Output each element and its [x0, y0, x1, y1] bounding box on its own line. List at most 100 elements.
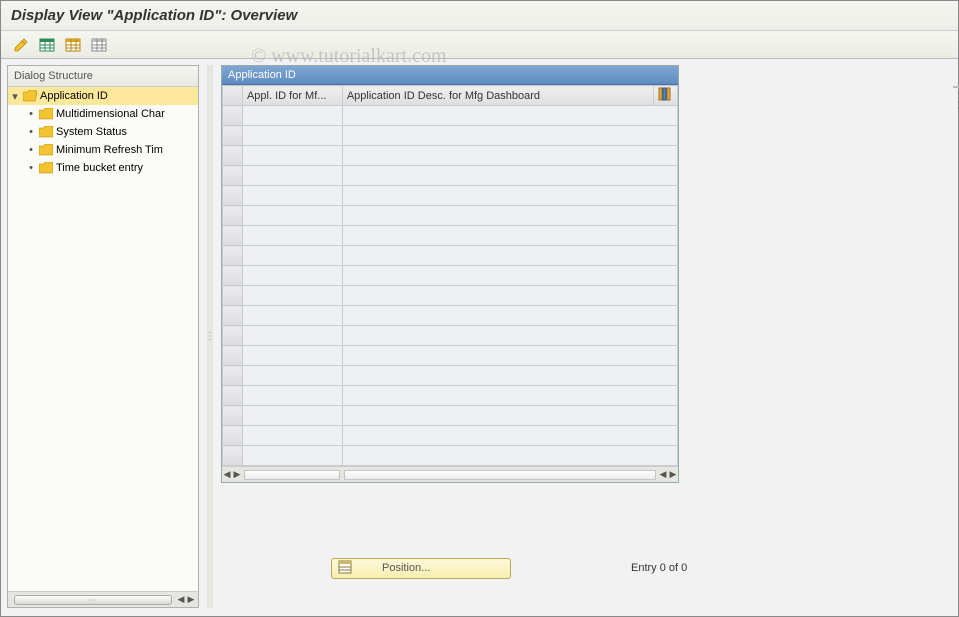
- grid-vscrollbar[interactable]: ▲ ▲ ▼: [953, 86, 959, 88]
- scroll-down-icon[interactable]: ▼: [954, 105, 959, 114]
- row-selector-header[interactable]: [223, 86, 243, 106]
- table-yellow-icon[interactable]: [63, 36, 83, 54]
- row-selector[interactable]: [223, 326, 243, 346]
- cell-appl-id[interactable]: [242, 406, 342, 426]
- cell-appl-id[interactable]: [242, 206, 342, 226]
- row-selector[interactable]: [223, 266, 243, 286]
- table-row[interactable]: [223, 126, 678, 146]
- scroll-left-icon[interactable]: ◀: [658, 470, 668, 480]
- cell-desc[interactable]: [342, 186, 677, 206]
- table-row[interactable]: [223, 266, 678, 286]
- row-selector[interactable]: [223, 306, 243, 326]
- scroll-right-icon[interactable]: ▶: [668, 470, 678, 480]
- row-selector[interactable]: [223, 286, 243, 306]
- table-row[interactable]: [223, 306, 678, 326]
- cell-desc[interactable]: [342, 266, 677, 286]
- table-row[interactable]: [223, 346, 678, 366]
- cell-desc[interactable]: [342, 286, 677, 306]
- row-selector[interactable]: [223, 166, 243, 186]
- cell-appl-id[interactable]: [242, 126, 342, 146]
- cell-desc[interactable]: [342, 166, 677, 186]
- table-row[interactable]: [223, 206, 678, 226]
- row-selector[interactable]: [223, 346, 243, 366]
- cell-appl-id[interactable]: [242, 166, 342, 186]
- scroll-up-icon[interactable]: ▲: [954, 96, 959, 105]
- column-config-button[interactable]: [653, 86, 677, 106]
- position-button[interactable]: Position...: [331, 558, 511, 579]
- table-row[interactable]: [223, 246, 678, 266]
- row-selector[interactable]: [223, 106, 243, 126]
- cell-appl-id[interactable]: [242, 146, 342, 166]
- tree-item-system-status[interactable]: • System Status: [8, 123, 198, 141]
- sidebar-hscrollbar[interactable]: ⋯ ◀ ▶: [8, 591, 198, 607]
- cell-desc[interactable]: [342, 306, 677, 326]
- grid-hscrollbar[interactable]: ◀ ▶ ◀ ▶: [222, 466, 678, 482]
- cell-desc[interactable]: [342, 346, 677, 366]
- cell-desc[interactable]: [342, 426, 677, 446]
- cell-desc[interactable]: [342, 386, 677, 406]
- table-plain-icon[interactable]: [89, 36, 109, 54]
- cell-desc[interactable]: [342, 146, 677, 166]
- column-header-appl-id[interactable]: Appl. ID for Mf...: [242, 86, 342, 106]
- cell-desc[interactable]: [342, 446, 677, 466]
- table-row[interactable]: [223, 226, 678, 246]
- table-row[interactable]: [223, 166, 678, 186]
- splitter-handle[interactable]: ⋮: [207, 65, 213, 608]
- scroll-left-icon[interactable]: ◀: [222, 470, 232, 480]
- tree-item-time-bucket[interactable]: • Time bucket entry: [8, 159, 198, 177]
- table-row[interactable]: [223, 366, 678, 386]
- cell-desc[interactable]: [342, 246, 677, 266]
- cell-appl-id[interactable]: [242, 286, 342, 306]
- table-row[interactable]: [223, 186, 678, 206]
- cell-appl-id[interactable]: [242, 186, 342, 206]
- scroll-right-icon[interactable]: ▶: [186, 595, 196, 605]
- cell-appl-id[interactable]: [242, 446, 342, 466]
- cell-appl-id[interactable]: [242, 246, 342, 266]
- tree-item-minimum-refresh[interactable]: • Minimum Refresh Tim: [8, 141, 198, 159]
- cell-desc[interactable]: [342, 206, 677, 226]
- cell-appl-id[interactable]: [242, 326, 342, 346]
- table-row[interactable]: [223, 426, 678, 446]
- hscroll-thumb[interactable]: ⋯: [14, 595, 172, 605]
- cell-appl-id[interactable]: [242, 346, 342, 366]
- hscroll-track[interactable]: [344, 470, 656, 480]
- table-row[interactable]: [223, 286, 678, 306]
- row-selector[interactable]: [223, 246, 243, 266]
- cell-desc[interactable]: [342, 126, 677, 146]
- scroll-left-icon[interactable]: ◀: [176, 595, 186, 605]
- cell-appl-id[interactable]: [242, 226, 342, 246]
- row-selector[interactable]: [223, 446, 243, 466]
- table-row[interactable]: [223, 106, 678, 126]
- table-row[interactable]: [223, 146, 678, 166]
- row-selector[interactable]: [223, 386, 243, 406]
- cell-desc[interactable]: [342, 106, 677, 126]
- cell-appl-id[interactable]: [242, 266, 342, 286]
- table-row[interactable]: [223, 326, 678, 346]
- row-selector[interactable]: [223, 366, 243, 386]
- row-selector[interactable]: [223, 146, 243, 166]
- row-selector[interactable]: [223, 206, 243, 226]
- column-header-desc[interactable]: Application ID Desc. for Mfg Dashboard: [342, 86, 653, 106]
- cell-appl-id[interactable]: [242, 386, 342, 406]
- scroll-right-icon[interactable]: ▶: [232, 470, 242, 480]
- collapse-icon[interactable]: ▾: [10, 90, 20, 103]
- hscroll-track[interactable]: [244, 470, 340, 480]
- cell-desc[interactable]: [342, 366, 677, 386]
- scroll-up-icon[interactable]: ▲: [954, 87, 959, 96]
- cell-desc[interactable]: [342, 406, 677, 426]
- table-row[interactable]: [223, 446, 678, 466]
- row-selector[interactable]: [223, 426, 243, 446]
- row-selector[interactable]: [223, 126, 243, 146]
- pencil-icon[interactable]: [11, 36, 31, 54]
- row-selector[interactable]: [223, 186, 243, 206]
- cell-appl-id[interactable]: [242, 106, 342, 126]
- cell-desc[interactable]: [342, 326, 677, 346]
- row-selector[interactable]: [223, 226, 243, 246]
- cell-desc[interactable]: [342, 226, 677, 246]
- tree-item-multidimensional[interactable]: • Multidimensional Char: [8, 105, 198, 123]
- table-green-icon[interactable]: [37, 36, 57, 54]
- cell-appl-id[interactable]: [242, 306, 342, 326]
- cell-appl-id[interactable]: [242, 426, 342, 446]
- tree-root-application-id[interactable]: ▾ Application ID: [8, 87, 198, 105]
- table-row[interactable]: [223, 386, 678, 406]
